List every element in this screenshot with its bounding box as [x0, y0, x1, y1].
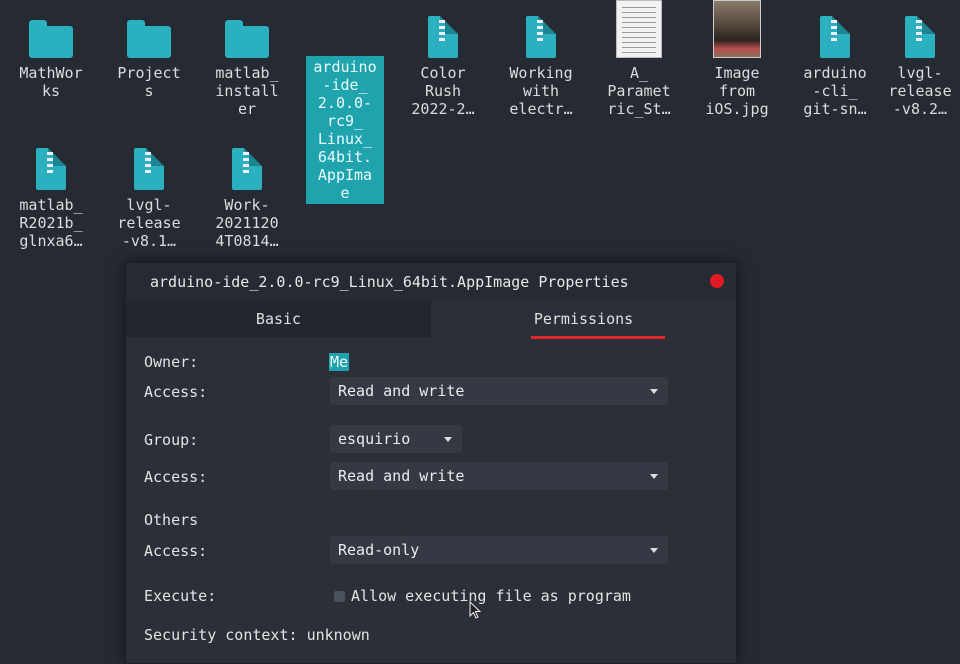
desktop-item-label: lvgl- release -v8.2… [888, 64, 952, 118]
archive-icon [36, 148, 66, 190]
owner-access-label: Access: [144, 383, 208, 401]
owner-value: Me [329, 353, 350, 371]
dialog-tabs: Basic Permissions [126, 301, 736, 339]
security-context-row: Security context: unknown [144, 626, 370, 644]
desktop-item-label: Project s [117, 64, 181, 100]
chevron-down-icon [650, 548, 658, 553]
security-context-value: unknown [306, 626, 370, 644]
desktop-item-matlab-installer[interactable]: matlab_ install er [204, 8, 290, 118]
desktop-item-matlab-r2021b[interactable]: matlab_ R2021b_ glnxa6… [8, 140, 94, 250]
desktop-item-mathworks[interactable]: MathWor ks [8, 8, 94, 100]
desktop-item-arduino-cli[interactable]: arduino -cli_ git-sn… [792, 8, 878, 118]
desktop-item-label: Work- 2021120 4T0814… [215, 196, 279, 250]
tab-basic[interactable]: Basic [126, 301, 431, 337]
folder-icon [225, 20, 269, 58]
owner-access-dropdown[interactable]: Read and write [330, 377, 668, 405]
tab-basic-label: Basic [255, 310, 302, 328]
owner-label: Owner: [144, 353, 199, 371]
desktop-item-working-with-electr[interactable]: Working with electr… [498, 8, 584, 118]
archive-icon [232, 148, 262, 190]
chevron-down-icon [650, 474, 658, 479]
archive-icon [428, 16, 458, 58]
dialog-title: arduino-ide_2.0.0-rc9_Linux_64bit.AppIma… [150, 273, 629, 291]
desktop-item-label: Working with electr… [509, 64, 573, 118]
dialog-titlebar[interactable]: arduino-ide_2.0.0-rc9_Linux_64bit.AppIma… [126, 263, 736, 301]
desktop-item-label: MathWor ks [19, 64, 83, 100]
security-context-label: Security context: [144, 626, 298, 644]
properties-dialog: arduino-ide_2.0.0-rc9_Linux_64bit.AppIma… [125, 262, 737, 664]
chevron-down-icon [650, 389, 658, 394]
desktop-item-lvgl-release-v82[interactable]: lvgl- release -v8.2… [880, 8, 960, 118]
desktop-item-parametric-study[interactable]: A_ Paramet ric_St… [596, 0, 682, 118]
others-access-label: Access: [144, 542, 208, 560]
desktop-item-arduino-ide-appimage[interactable]: arduino -ide_ 2.0.0- rc9_ Linux_ 64bit. … [302, 2, 388, 204]
group-value: esquirio [338, 430, 411, 448]
tab-permissions-label: Permissions [533, 310, 634, 328]
owner-access-value: Read and write [338, 382, 465, 400]
desktop-item-lvgl-release-v81[interactable]: lvgl- release -v8.1… [106, 140, 192, 250]
desktop-item-projects[interactable]: Project s [106, 8, 192, 100]
desktop-icon-grid: MathWor ks Project s matlab_ install er … [0, 0, 960, 260]
archive-icon [526, 16, 556, 58]
mouse-cursor-icon [469, 601, 482, 619]
group-dropdown[interactable]: esquirio [330, 425, 462, 453]
archive-icon [905, 16, 935, 58]
desktop-item-label: lvgl- release -v8.1… [117, 196, 181, 250]
folder-icon [29, 20, 73, 58]
close-icon[interactable] [710, 274, 724, 288]
tab-permissions[interactable]: Permissions [431, 301, 736, 339]
permissions-panel: Owner: Me Access: Read and write Group: … [126, 337, 736, 644]
group-access-dropdown[interactable]: Read and write [330, 462, 668, 490]
document-thumbnail-icon [616, 0, 662, 58]
others-access-value: Read-only [338, 541, 420, 559]
execute-label: Execute: [144, 587, 217, 605]
chevron-down-icon [444, 437, 452, 442]
archive-icon [820, 16, 850, 58]
desktop-item-image-from-ios[interactable]: Image from iOS.jpg [694, 0, 780, 118]
archive-icon [134, 148, 164, 190]
desktop-item-label: Color Rush 2022-2… [411, 64, 475, 118]
desktop-item-label: arduino -ide_ 2.0.0- rc9_ Linux_ 64bit. … [306, 56, 384, 204]
desktop-item-work-20211204[interactable]: Work- 2021120 4T0814… [204, 140, 290, 250]
execute-checkbox-label: Allow executing file as program [351, 587, 631, 605]
group-access-value: Read and write [338, 467, 465, 485]
folder-icon [127, 20, 171, 58]
desktop-item-label: matlab_ install er [215, 64, 279, 118]
others-access-dropdown[interactable]: Read-only [330, 536, 668, 564]
execute-checkbox[interactable] [334, 591, 345, 602]
photo-thumbnail-icon [713, 0, 761, 58]
desktop-item-label: A_ Paramet ric_St… [607, 64, 671, 118]
desktop-item-label: arduino -cli_ git-sn… [803, 64, 867, 118]
group-access-label: Access: [144, 468, 208, 486]
others-label: Others [144, 511, 199, 529]
group-label: Group: [144, 431, 199, 449]
desktop-item-label: matlab_ R2021b_ glnxa6… [19, 196, 83, 250]
desktop-item-color-rush[interactable]: Color Rush 2022-2… [400, 8, 486, 118]
desktop-item-label: Image from iOS.jpg [705, 64, 769, 118]
